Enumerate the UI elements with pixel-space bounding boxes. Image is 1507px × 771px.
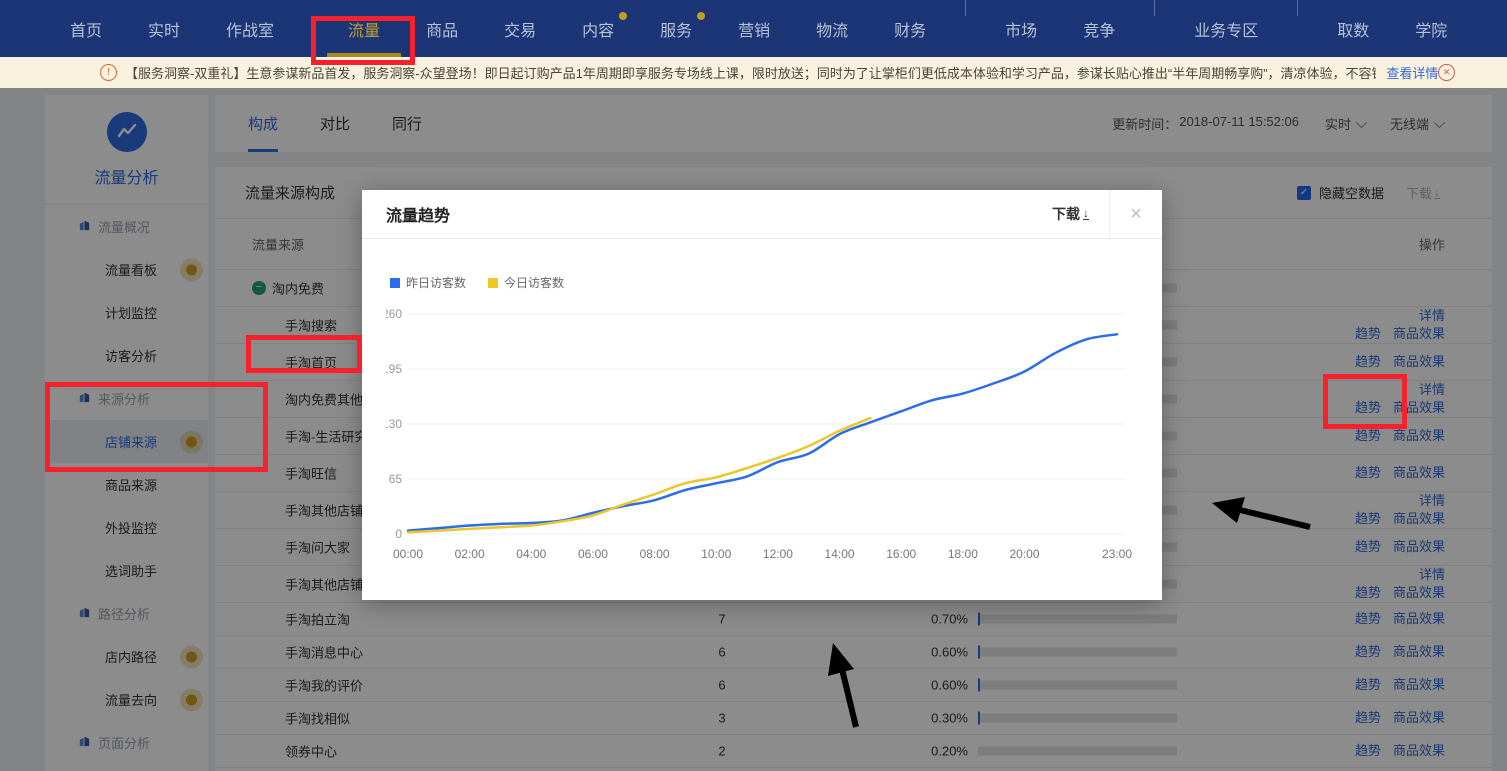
close-icon[interactable]: × <box>1110 203 1162 226</box>
nav-item-内容[interactable]: 内容 <box>559 0 637 57</box>
nav-item-商品[interactable]: 商品 <box>403 0 481 57</box>
app: 首页 实时 作战室 流量 商品 交易 内容 服务 营销 物流 财务 市场 竞争 业务专区 取数 学院 ! 【服… <box>0 0 1507 771</box>
nav-item-流量[interactable]: 流量 <box>325 0 403 57</box>
svg-text:18:00: 18:00 <box>948 547 978 561</box>
nav-item-label: 交易 <box>504 17 536 41</box>
svg-text:10:00: 10:00 <box>701 547 731 561</box>
nav-item-label: 学院 <box>1415 17 1447 41</box>
nav-divider <box>1297 0 1298 16</box>
warning-icon: ! <box>100 64 117 81</box>
nav-item-营销[interactable]: 营销 <box>715 0 793 57</box>
modal-title: 流量趋势 <box>362 202 450 226</box>
nav-item-label: 作战室 <box>226 17 274 41</box>
nav-item-label: 商品 <box>426 17 458 41</box>
trend-modal: 流量趋势 下载 ↓ × 昨日访客数今日访客数 06513019526000:00… <box>362 190 1162 600</box>
nav-item-财务[interactable]: 财务 <box>871 0 949 57</box>
nav-item-实时[interactable]: 实时 <box>125 0 203 57</box>
svg-text:0: 0 <box>395 527 402 541</box>
svg-text:04:00: 04:00 <box>516 547 546 561</box>
nav-item-业务专区[interactable]: 业务专区 <box>1171 0 1281 57</box>
nav-item-label: 财务 <box>894 17 926 41</box>
nav-item-物流[interactable]: 物流 <box>793 0 871 57</box>
trend-chart: 0 65 130 195 260 00:00 02:00 04:00 06:00 08:00 10:… <box>386 286 1138 586</box>
download-icon: ↓ <box>1083 208 1089 220</box>
banner-close-icon[interactable]: ✕ <box>1438 64 1455 81</box>
svg-text:195: 195 <box>386 362 402 376</box>
nav-item-label: 实时 <box>148 17 180 41</box>
modal-download-button[interactable]: 下载 ↓ <box>1052 204 1109 224</box>
svg-text:130: 130 <box>386 417 402 431</box>
nav-item-首页[interactable]: 首页 <box>47 0 125 57</box>
svg-text:16:00: 16:00 <box>886 547 916 561</box>
nav-item-学院[interactable]: 学院 <box>1392 0 1470 57</box>
svg-text:08:00: 08:00 <box>640 547 670 561</box>
svg-text:65: 65 <box>389 472 403 486</box>
nav-item-取数[interactable]: 取数 <box>1314 0 1392 57</box>
svg-text:06:00: 06:00 <box>578 547 608 561</box>
modal-header: 流量趋势 下载 ↓ × <box>362 190 1162 239</box>
nav-item-label: 流量 <box>348 17 380 41</box>
svg-text:12:00: 12:00 <box>763 547 793 561</box>
nav-divider <box>1154 0 1155 16</box>
notice-banner: ! 【服务洞察-双重礼】生意参谋新品首发，服务洞察-众望登场！即日起订购产品1年… <box>0 57 1507 88</box>
banner-detail-link[interactable]: 查看详情 <box>1386 63 1438 82</box>
modal-download-label: 下载 <box>1052 204 1080 224</box>
top-nav: 首页 实时 作战室 流量 商品 交易 内容 服务 营销 物流 财务 市场 竞争 业务专区 取数 学院 <box>0 0 1507 57</box>
nav-item-label: 内容 <box>582 17 614 41</box>
svg-text:260: 260 <box>386 307 402 321</box>
svg-text:23:00: 23:00 <box>1102 547 1132 561</box>
nav-item-label: 业务专区 <box>1194 17 1258 41</box>
nav-item-作战室[interactable]: 作战室 <box>203 0 297 57</box>
nav-divider <box>965 0 966 16</box>
svg-text:00:00: 00:00 <box>393 547 423 561</box>
nav-item-label: 服务 <box>660 17 692 41</box>
nav-item-label: 市场 <box>1005 17 1037 41</box>
nav-item-label: 首页 <box>70 17 102 41</box>
banner-text: 【服务洞察-双重礼】生意参谋新品首发，服务洞察-众望登场！即日起订购产品1年周期… <box>125 63 1376 82</box>
svg-text:02:00: 02:00 <box>455 547 485 561</box>
svg-text:20:00: 20:00 <box>1010 547 1040 561</box>
nav-item-交易[interactable]: 交易 <box>481 0 559 57</box>
nav-item-label: 竞争 <box>1083 17 1115 41</box>
nav-item-label: 取数 <box>1337 17 1369 41</box>
nav-item-竞争[interactable]: 竞争 <box>1060 0 1138 57</box>
nav-item-label: 物流 <box>816 17 848 41</box>
nav-item-市场[interactable]: 市场 <box>982 0 1060 57</box>
svg-text:14:00: 14:00 <box>825 547 855 561</box>
nav-item-label: 营销 <box>738 17 770 41</box>
notification-dot <box>619 12 627 20</box>
notification-dot <box>697 12 705 20</box>
nav-item-服务[interactable]: 服务 <box>637 0 715 57</box>
